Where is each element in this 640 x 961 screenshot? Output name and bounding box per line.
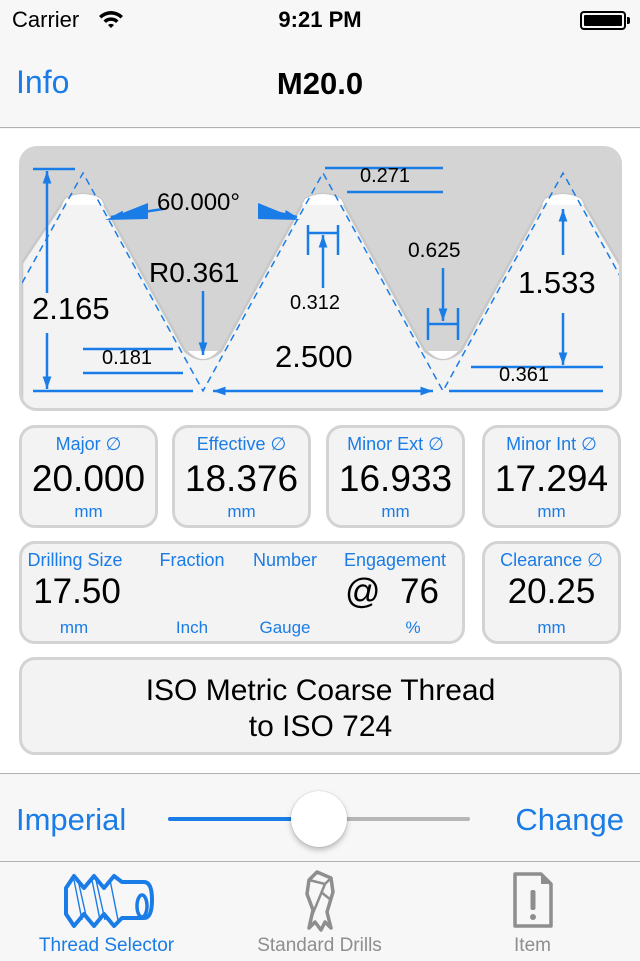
drill-size-value: 17.50 [33, 572, 121, 611]
battery-tip [627, 17, 630, 24]
tab-label-standard-drills: Standard Drills [257, 935, 382, 956]
dim-engagement-depth: 1.533 [518, 265, 596, 300]
unit-control-bar: Imperial Change [0, 773, 640, 861]
effective-diameter-card: Effective ∅ 18.376 mm [172, 425, 311, 528]
dim-root-width: 0.625 [408, 239, 461, 262]
dim-root-radius: R0.361 [149, 257, 240, 288]
document-alert-icon [512, 872, 553, 928]
major-diameter-value: 20.000 [31, 458, 146, 499]
major-diameter-card: Major ∅ 20.000 mm [19, 425, 158, 528]
change-button[interactable]: Change [515, 802, 624, 838]
tab-label-item: Item [514, 935, 551, 956]
dim-thread-height: 2.165 [32, 291, 110, 326]
minor-int-diameter-value: 17.294 [494, 458, 609, 499]
minor-int-diameter-label: Minor Int ∅ [506, 434, 597, 454]
description-line-1: ISO Metric Coarse Thread [145, 674, 496, 707]
drill-size-unit: mm [59, 618, 89, 637]
slider-thumb[interactable] [291, 791, 347, 847]
thread-slider[interactable] [168, 791, 470, 847]
effective-diameter-unit: mm [227, 502, 256, 521]
tab-standard-drills[interactable]: Standard Drills [213, 862, 426, 961]
major-diameter-label: Major ∅ [55, 434, 122, 454]
clearance-unit: mm [537, 618, 566, 637]
clearance-card: Clearance ∅ 20.25 mm [482, 541, 621, 644]
drilling-card: Drilling Size 17.50 mm Fraction Inch Num… [19, 541, 465, 644]
engagement-unit: % [405, 618, 421, 637]
tab-item[interactable]: Item [426, 862, 639, 961]
drill-bit-icon [304, 870, 335, 932]
minor-ext-diameter-card: Minor Ext ∅ 16.933 mm [326, 425, 465, 528]
effective-diameter-value: 18.376 [184, 458, 299, 499]
thread-profile-diagram: 60.000° R0.361 2.165 0.181 2.500 0.271 0… [19, 146, 622, 411]
fraction-unit: Inch [175, 618, 209, 637]
minor-int-diameter-unit: mm [537, 502, 566, 521]
engagement-label: Engagement [343, 550, 447, 570]
minor-ext-diameter-unit: mm [381, 502, 410, 521]
number-unit: Gauge [259, 618, 311, 637]
imperial-button[interactable]: Imperial [16, 802, 126, 838]
effective-diameter-label: Effective ∅ [196, 434, 287, 454]
clearance-value: 20.25 [507, 572, 596, 611]
description-line-2: to ISO 724 [248, 710, 393, 743]
major-diameter-unit: mm [74, 502, 103, 521]
minor-int-diameter-card: Minor Int ∅ 17.294 mm [482, 425, 621, 528]
clearance-label: Clearance ∅ [500, 550, 603, 570]
thread-standard-description: ISO Metric Coarse Thread to ISO 724 [19, 657, 622, 755]
minor-ext-diameter-label: Minor Ext ∅ [347, 434, 444, 454]
engagement-value: @ 76 [345, 572, 439, 611]
drill-size-label: Drilling Size [27, 550, 123, 570]
dim-pitch: 2.500 [275, 339, 353, 374]
status-bar: Carrier 9:21 PM [0, 0, 640, 40]
dim-root-truncation: 0.181 [102, 347, 153, 369]
battery-icon [580, 11, 626, 30]
tab-bar: Thread Selector Standard Drills Item [0, 861, 640, 960]
dim-root-offset: 0.361 [499, 364, 550, 386]
dim-crest-width: 0.312 [290, 292, 341, 314]
tab-thread-selector[interactable]: Thread Selector [0, 862, 213, 961]
navigation-bar: Info M20.0 [0, 40, 640, 128]
number-label: Number [252, 550, 318, 570]
page-title: M20.0 [276, 66, 364, 101]
fraction-label: Fraction [159, 550, 225, 570]
minor-ext-diameter-value: 16.933 [338, 458, 453, 499]
dim-crest-flat: 0.271 [360, 165, 411, 187]
dim-angle: 60.000° [157, 189, 241, 216]
thread-icon [63, 874, 154, 928]
tab-label-thread-selector: Thread Selector [38, 935, 175, 956]
clock: 9:21 PM [278, 7, 362, 32]
